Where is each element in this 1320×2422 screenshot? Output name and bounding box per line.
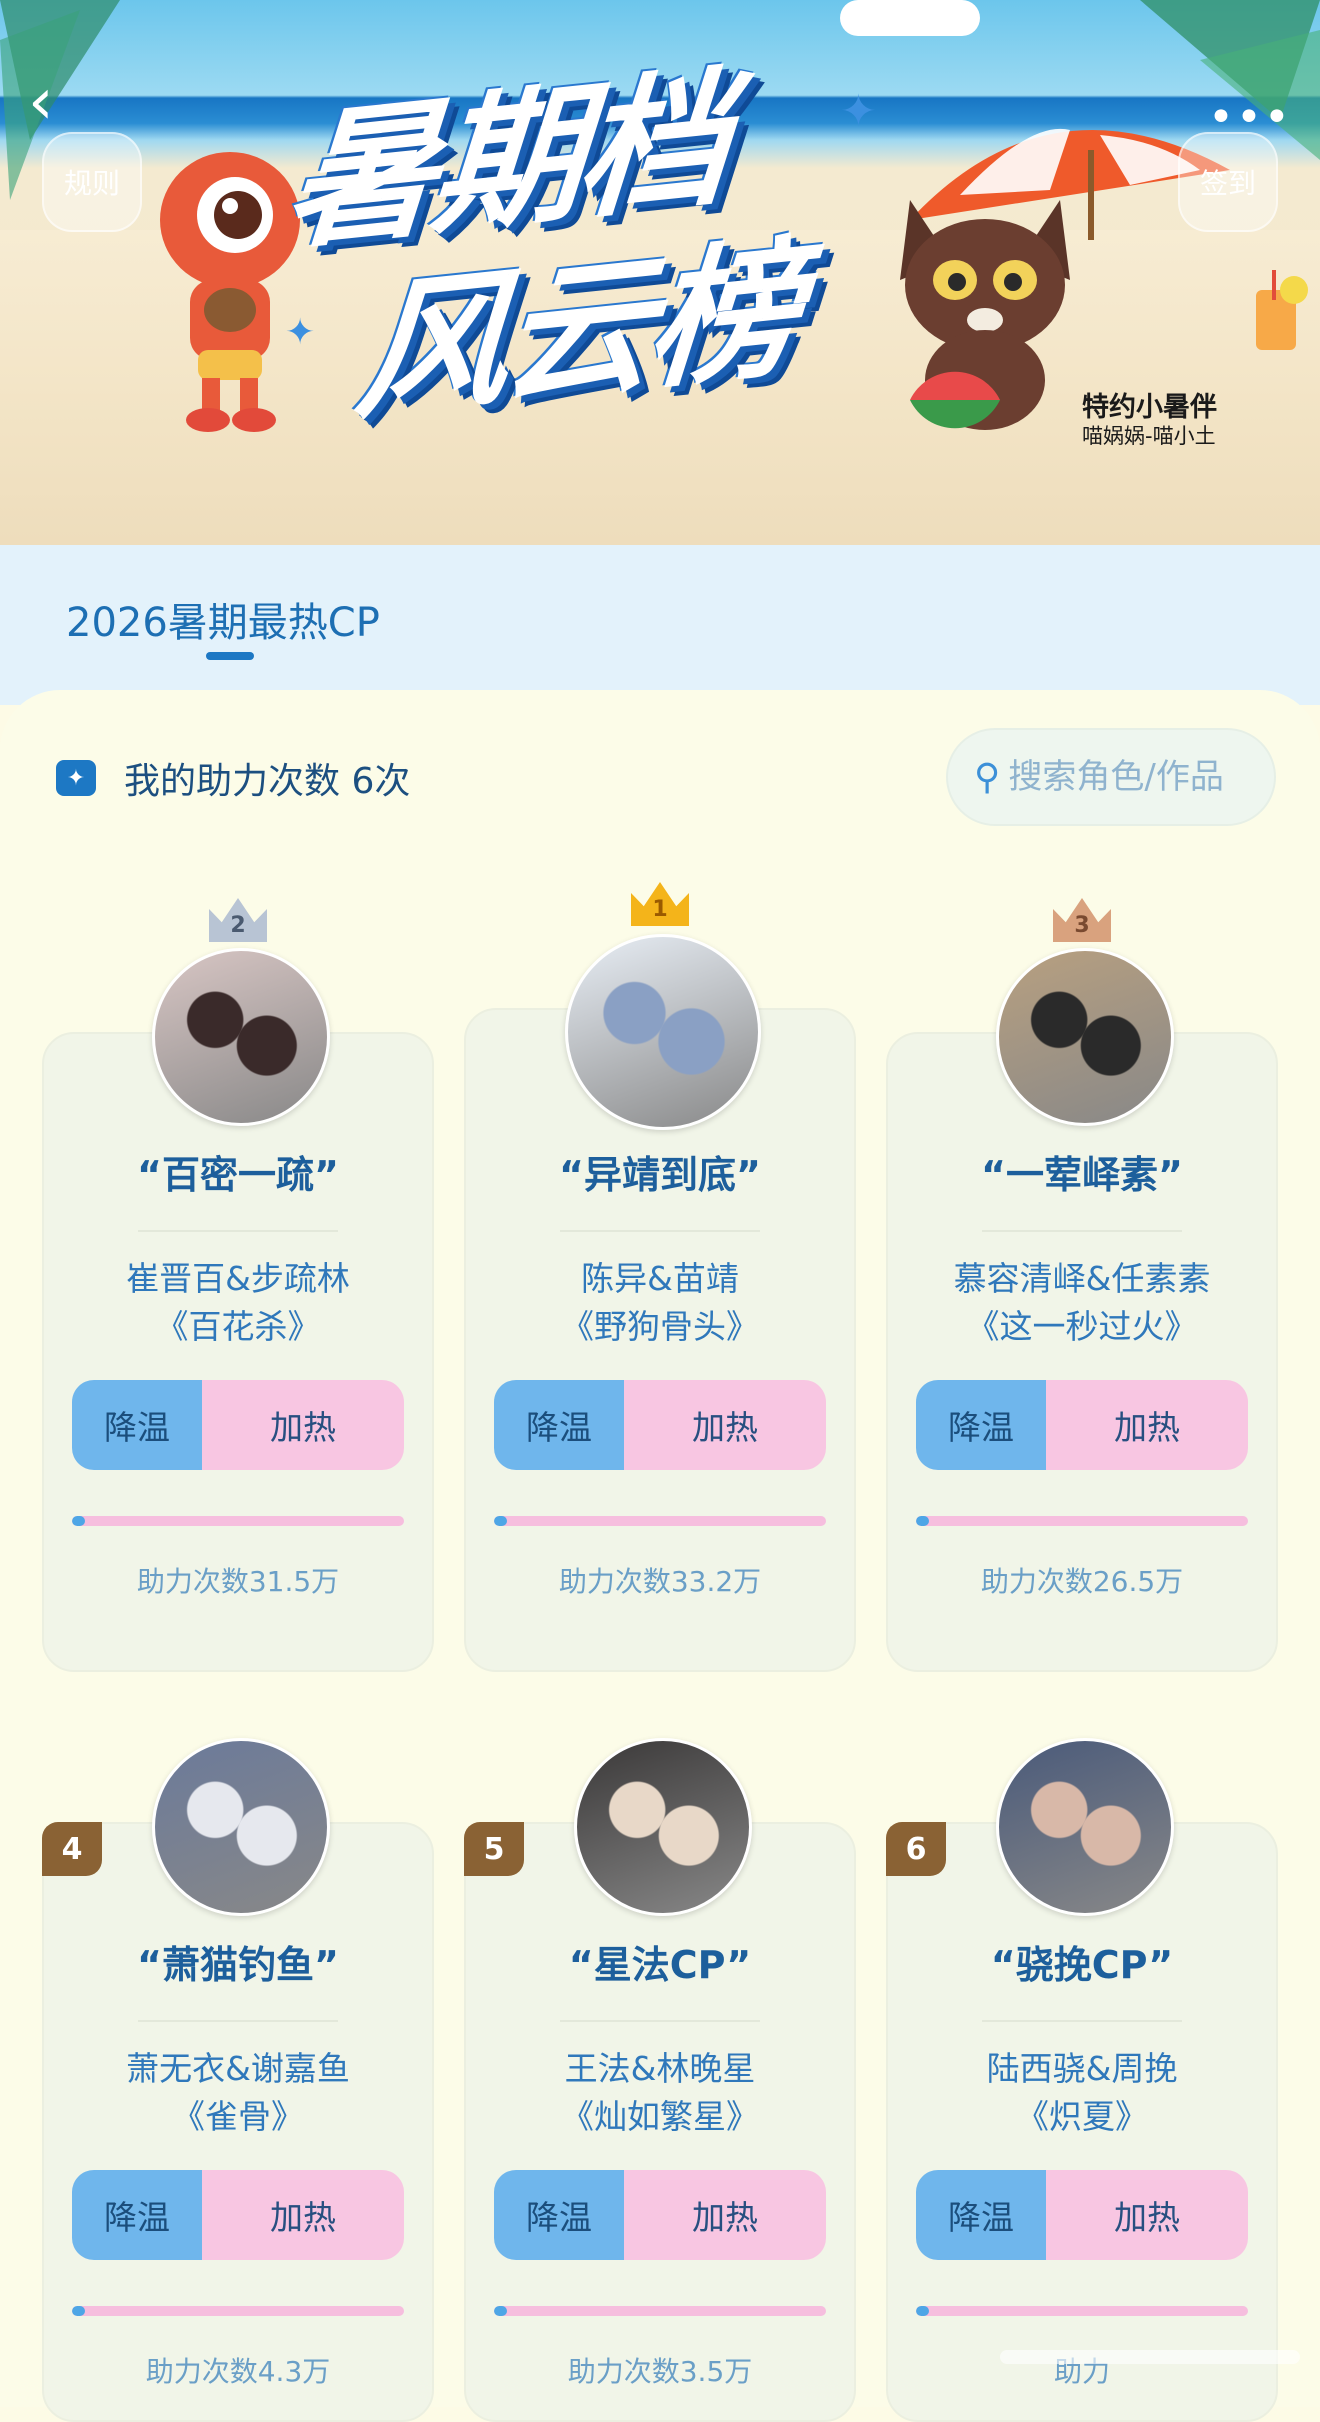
vote-button-group: 降温 加热 (916, 2170, 1248, 2260)
support-count: 助力次数26.5万 (980, 1565, 1184, 1598)
heat-progress-fill (72, 2306, 86, 2316)
heat-progress-bar (494, 1516, 826, 1526)
search-box[interactable]: ⚲ (946, 728, 1276, 826)
heat-up-button[interactable]: 加热 (624, 1380, 826, 1470)
banner-title: 暑期档 风云榜 (280, 20, 950, 441)
rank-badge: 4 (42, 1822, 102, 1876)
cp-name: “星法CP” (568, 1943, 752, 1987)
support-count: 助力次数31.5万 (136, 1565, 340, 1598)
heat-progress-bar (72, 1516, 404, 1526)
cp-name: “萧猫钓鱼” (137, 1943, 339, 1987)
sponsor-label: 特约小暑伴 (1082, 392, 1217, 423)
heat-progress-fill (916, 2306, 930, 2316)
heat-progress-bar (72, 2306, 404, 2316)
divider (138, 2020, 338, 2022)
support-count: 助力次数4.3万 (145, 2355, 331, 2388)
cool-down-button[interactable]: 降温 (72, 1380, 202, 1470)
cp-work-title: 《灿如繁星》 (561, 2097, 759, 2136)
cp-characters: 陆西骁&周挽 (986, 2049, 1178, 2088)
cp-work-title: 《这一秒过火》 (966, 1307, 1198, 1346)
support-count: 助力次数3.5万 (567, 2355, 753, 2388)
helper-count-label: 我的助力次数 6次 (124, 761, 411, 802)
cp-name: “骁挽CP” (990, 1943, 1174, 1987)
cool-down-button[interactable]: 降温 (916, 2170, 1046, 2260)
cp-name: “一荤峄素” (981, 1153, 1183, 1197)
vote-button-group: 降温 加热 (494, 1380, 826, 1470)
divider (982, 2020, 1182, 2022)
vote-button-group: 降温 加热 (72, 1380, 404, 1470)
cp-characters: 陈异&苗靖 (581, 1259, 739, 1298)
tab-bar: 2026暑期最热CP (0, 545, 1320, 705)
divider (982, 1230, 1182, 1232)
drink-cup (1256, 270, 1308, 350)
rules-button[interactable]: 规则 (42, 132, 142, 232)
search-input[interactable] (1006, 756, 1271, 798)
heat-progress-fill (494, 2306, 508, 2316)
cp-avatar (996, 1738, 1174, 1916)
cp-work-title: 《百花杀》 (155, 1307, 321, 1346)
heat-up-button[interactable]: 加热 (1046, 1380, 1248, 1470)
divider (560, 1230, 760, 1232)
heat-up-button[interactable]: 加热 (202, 2170, 404, 2260)
cp-work-title: 《野狗骨头》 (561, 1307, 759, 1346)
rank-badge: 5 (464, 1822, 524, 1876)
cp-avatar (152, 948, 330, 1126)
cp-name: “百密一疏” (137, 1153, 339, 1197)
vote-button-group: 降温 加热 (72, 2170, 404, 2260)
banner: 暑期档 风云榜 ✦ ✦ 特约小暑伴 喵娲娲-喵小土 ‹ ••• 规则 签到 (0, 0, 1320, 560)
heat-up-button[interactable]: 加热 (202, 1380, 404, 1470)
sparkle-icon: ✦ (285, 312, 316, 353)
cool-down-button[interactable]: 降温 (72, 2170, 202, 2260)
heat-up-button[interactable]: 加热 (1046, 2170, 1248, 2260)
tab-hot-cp[interactable]: 2026暑期最热CP (66, 590, 380, 648)
cp-work-title: 《雀骨》 (172, 2097, 304, 2136)
heat-progress-bar (916, 1516, 1248, 1526)
cool-down-button[interactable]: 降温 (494, 2170, 624, 2260)
cp-characters: 崔晋百&步疏林 (126, 1259, 350, 1298)
cp-characters: 慕容清峄&任素素 (953, 1259, 1211, 1298)
cp-avatar (565, 934, 761, 1130)
cp-avatar (574, 1738, 752, 1916)
support-count: 助力次数33.2万 (558, 1565, 762, 1598)
heat-progress-fill (916, 1516, 930, 1526)
tab-active-indicator (206, 652, 254, 660)
cp-work-title: 《炽夏》 (1016, 2097, 1148, 2136)
divider (560, 2020, 760, 2022)
cp-characters: 萧无衣&谢嘉鱼 (126, 2049, 350, 2088)
back-icon[interactable]: ‹ (28, 70, 68, 134)
vote-button-group: 降温 加热 (916, 1380, 1248, 1470)
home-indicator (1000, 2350, 1300, 2364)
sponsor-names: 喵娲娲-喵小土 (1082, 424, 1216, 448)
rank-badge: 6 (886, 1822, 946, 1876)
helper-icon: ✦ (56, 760, 96, 796)
sparkle-icon: ✦ (840, 86, 877, 137)
banner-title-line2: 风云榜 (350, 222, 801, 442)
cp-name: “异靖到底” (559, 1153, 761, 1197)
heat-up-button[interactable]: 加热 (624, 2170, 826, 2260)
divider (138, 1230, 338, 1232)
cp-avatar (996, 948, 1174, 1126)
cp-characters: 王法&林晚星 (564, 2049, 756, 2088)
checkin-button[interactable]: 签到 (1178, 132, 1278, 232)
heat-progress-fill (72, 1516, 86, 1526)
heat-progress-bar (916, 2306, 1248, 2316)
search-icon: ⚲ (974, 756, 1001, 798)
heat-progress-bar (494, 2306, 826, 2316)
cool-down-button[interactable]: 降温 (494, 1380, 624, 1470)
heat-progress-fill (494, 1516, 508, 1526)
vote-button-group: 降温 加热 (494, 2170, 826, 2260)
cool-down-button[interactable]: 降温 (916, 1380, 1046, 1470)
cp-avatar (152, 1738, 330, 1916)
